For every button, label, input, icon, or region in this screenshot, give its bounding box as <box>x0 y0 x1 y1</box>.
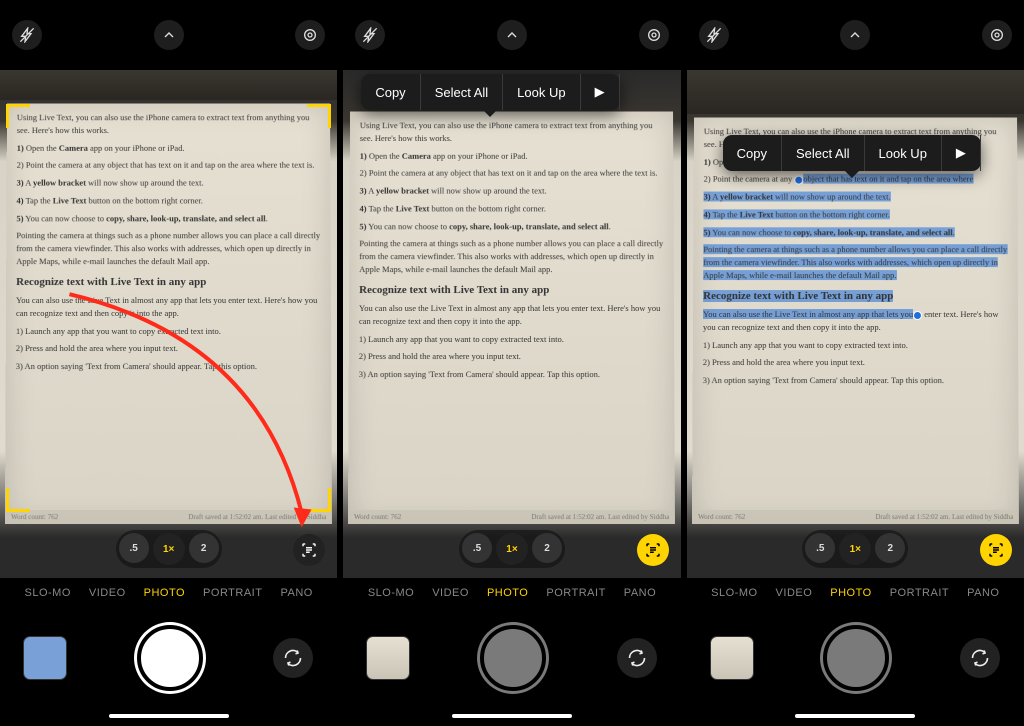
mode-photo[interactable]: PHOTO <box>144 587 185 599</box>
last-photo-thumbnail[interactable] <box>367 637 409 679</box>
zoom-1x[interactable]: 1× <box>496 533 528 565</box>
home-indicator[interactable] <box>452 714 572 718</box>
live-text-button-active[interactable] <box>637 534 669 566</box>
live-photo-button[interactable] <box>639 20 669 50</box>
live-text-button[interactable] <box>293 534 325 566</box>
chevron-up-icon[interactable] <box>497 20 527 50</box>
camera-panel-2: Copy Select All Look Up ▶ Using Live Tex… <box>343 0 680 726</box>
last-photo-thumbnail[interactable] <box>24 637 66 679</box>
viewfinder[interactable]: Copy Select All Look Up ▶ Using Live Tex… <box>343 70 680 578</box>
more-actions-arrow[interactable]: ▶ <box>942 135 981 171</box>
selection-end-handle[interactable] <box>913 311 922 320</box>
flash-button[interactable] <box>699 20 729 50</box>
bracket-bottom-right <box>307 488 331 512</box>
mode-video[interactable]: VIDEO <box>432 587 469 599</box>
zoom-1x[interactable]: 1× <box>839 533 871 565</box>
mode-portrait[interactable]: PORTRAIT <box>546 587 605 599</box>
zoom-2x[interactable]: 2 <box>875 533 905 563</box>
mode-portrait[interactable]: PORTRAIT <box>203 587 262 599</box>
modes-row: SLO-MO VIDEO PHOTO PORTRAIT PANO <box>687 578 1024 608</box>
zoom-1x[interactable]: 1× <box>153 533 185 565</box>
top-bar <box>687 0 1024 70</box>
shutter-row <box>343 608 680 708</box>
mode-video[interactable]: VIDEO <box>89 587 126 599</box>
shutter-button[interactable] <box>480 625 546 691</box>
camera-panel-1: Using Live Text, you can also use the iP… <box>0 0 337 726</box>
flip-camera-button[interactable] <box>617 638 657 678</box>
captured-document: Using Live Text, you can also use the iP… <box>5 103 332 524</box>
chevron-up-icon[interactable] <box>154 20 184 50</box>
mode-pano[interactable]: PANO <box>624 587 656 599</box>
live-photo-button[interactable] <box>982 20 1012 50</box>
select-all-action[interactable]: Select All <box>421 74 503 110</box>
more-actions-arrow[interactable]: ▶ <box>581 74 620 110</box>
mode-slomo[interactable]: SLO-MO <box>711 587 757 599</box>
flip-camera-button[interactable] <box>960 638 1000 678</box>
shutter-row <box>687 608 1024 708</box>
mode-photo[interactable]: PHOTO <box>830 587 871 599</box>
home-indicator[interactable] <box>109 714 229 718</box>
zoom-0.5x[interactable]: .5 <box>462 533 492 563</box>
modes-row: SLO-MO VIDEO PHOTO PORTRAIT PANO <box>0 578 337 608</box>
bracket-bottom-left <box>6 488 30 512</box>
flash-button[interactable] <box>12 20 42 50</box>
bracket-top-left <box>6 104 30 128</box>
lookup-action[interactable]: Look Up <box>865 135 942 171</box>
flash-button[interactable] <box>355 20 385 50</box>
home-indicator[interactable] <box>795 714 915 718</box>
chevron-up-icon[interactable] <box>840 20 870 50</box>
text-context-menu: Copy Select All Look Up ▶ <box>361 74 619 110</box>
mode-video[interactable]: VIDEO <box>776 587 813 599</box>
copy-action[interactable]: Copy <box>723 135 782 171</box>
text-context-menu: Copy Select All Look Up ▶ <box>723 135 981 171</box>
zoom-selector[interactable]: .5 1× 2 <box>459 530 565 568</box>
zoom-0.5x[interactable]: .5 <box>805 533 835 563</box>
top-bar <box>0 0 337 70</box>
captured-document: Using Live Text, you can also use the iP… <box>348 111 675 524</box>
shutter-button[interactable] <box>137 625 203 691</box>
zoom-selector[interactable]: .5 1× 2 <box>116 530 222 568</box>
modes-row: SLO-MO VIDEO PHOTO PORTRAIT PANO <box>343 578 680 608</box>
flip-camera-button[interactable] <box>273 638 313 678</box>
mode-photo[interactable]: PHOTO <box>487 587 528 599</box>
select-all-action[interactable]: Select All <box>782 135 864 171</box>
shutter-row <box>0 608 337 708</box>
mode-slomo[interactable]: SLO-MO <box>24 587 70 599</box>
selection-start-handle[interactable] <box>794 175 803 184</box>
shutter-button[interactable] <box>823 625 889 691</box>
zoom-0.5x[interactable]: .5 <box>119 533 149 563</box>
mode-pano[interactable]: PANO <box>280 587 312 599</box>
captured-document: Using Live Text, you can also use the iP… <box>692 117 1019 524</box>
mode-portrait[interactable]: PORTRAIT <box>890 587 949 599</box>
camera-panel-3: Using Live Text, you can also use the iP… <box>687 0 1024 726</box>
mode-pano[interactable]: PANO <box>967 587 999 599</box>
zoom-selector[interactable]: .5 1× 2 <box>802 530 908 568</box>
top-bar <box>343 0 680 70</box>
viewfinder[interactable]: Using Live Text, you can also use the iP… <box>687 70 1024 578</box>
live-text-button-active[interactable] <box>980 534 1012 566</box>
mode-slomo[interactable]: SLO-MO <box>368 587 414 599</box>
last-photo-thumbnail[interactable] <box>711 637 753 679</box>
viewfinder[interactable]: Using Live Text, you can also use the iP… <box>0 70 337 578</box>
bracket-top-right <box>307 104 331 128</box>
zoom-2x[interactable]: 2 <box>532 533 562 563</box>
lookup-action[interactable]: Look Up <box>503 74 580 110</box>
copy-action[interactable]: Copy <box>361 74 420 110</box>
live-photo-button[interactable] <box>295 20 325 50</box>
zoom-2x[interactable]: 2 <box>189 533 219 563</box>
